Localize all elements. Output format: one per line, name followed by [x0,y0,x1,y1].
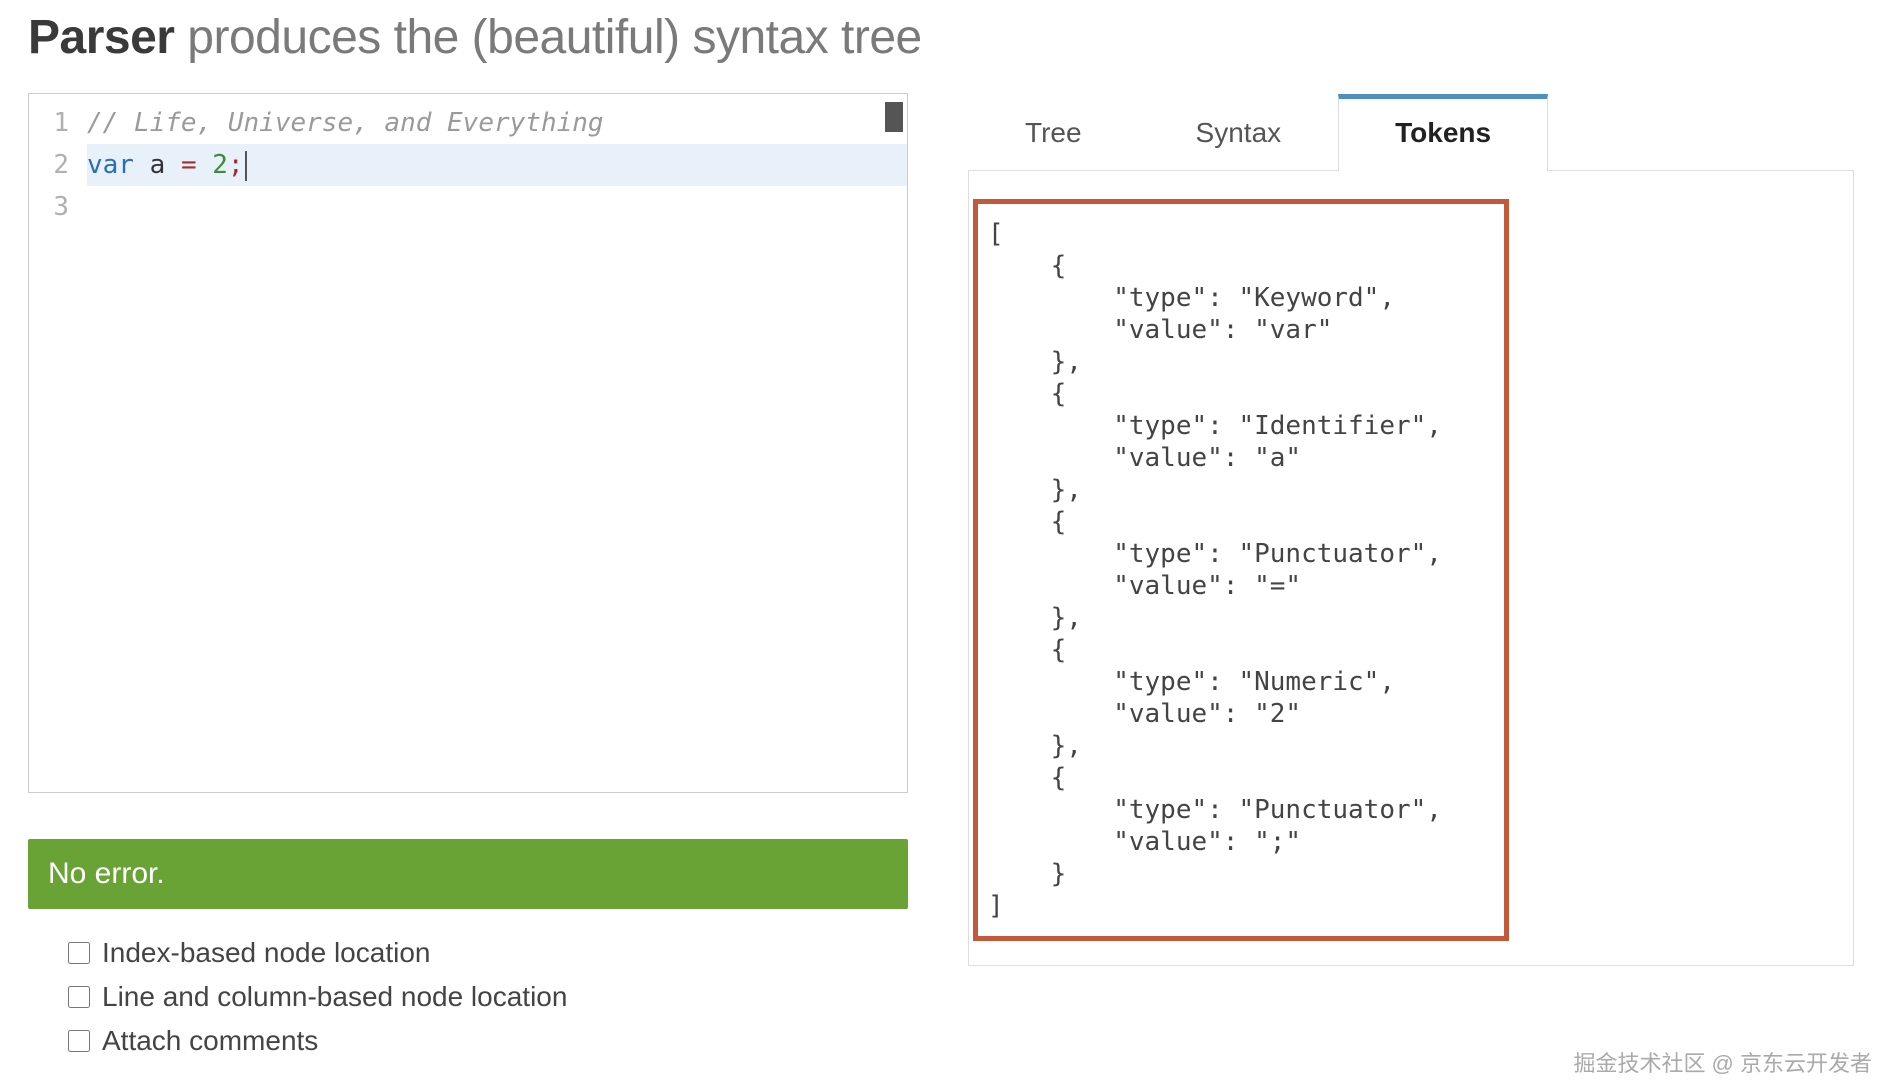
line-number: 2 [29,144,69,186]
page-title-strong: Parser [28,11,174,64]
code-token [165,150,181,180]
code-editor[interactable]: 123 // Life, Universe, and Everythingvar… [28,93,908,793]
status-message: No error. [48,857,165,890]
code-token: ; [228,150,244,180]
code-line[interactable] [87,186,907,228]
tab-syntax[interactable]: Syntax [1139,94,1339,171]
options-list: Index-based node location Line and column… [28,937,908,1057]
tab-tree[interactable]: Tree [968,94,1139,171]
line-number: 3 [29,186,69,228]
code-line[interactable]: // Life, Universe, and Everything [87,102,907,144]
code-token: 2 [212,150,228,180]
status-bar: No error. [28,839,908,909]
option-row[interactable]: Attach comments [68,1025,908,1057]
watermark: 掘金技术社区 @ 京东云开发者 [1573,1046,1872,1078]
code-token: a [150,150,166,180]
option-label: Index-based node location [102,937,430,969]
option-row[interactable]: Line and column-based node location [68,981,908,1013]
output-panel: [ { "type": "Keyword", "value": "var" },… [968,171,1854,966]
option-checkbox[interactable] [68,986,90,1008]
code-token: = [181,150,197,180]
editor-gutter: 123 [29,94,79,228]
option-checkbox[interactable] [68,942,90,964]
tokens-output: [ { "type": "Keyword", "value": "var" },… [973,199,1509,941]
page-title: Parser produces the (beautiful) syntax t… [28,10,1854,65]
code-token [197,150,213,180]
option-label: Line and column-based node location [102,981,567,1013]
tab-tokens[interactable]: Tokens [1338,94,1548,171]
editor-code-area[interactable]: // Life, Universe, and Everything var a =… [79,94,907,228]
code-token: // Life, Universe, and Everything [87,108,604,138]
option-label: Attach comments [102,1025,318,1057]
line-number: 1 [29,102,69,144]
code-line[interactable]: var a = 2; [87,144,907,186]
text-cursor [245,151,247,181]
tabs: TreeSyntaxTokens [968,93,1854,171]
option-checkbox[interactable] [68,1030,90,1052]
code-token: var [87,150,134,180]
code-token [134,150,150,180]
option-row[interactable]: Index-based node location [68,937,908,969]
page-title-rest: produces the (beautiful) syntax tree [174,11,921,64]
